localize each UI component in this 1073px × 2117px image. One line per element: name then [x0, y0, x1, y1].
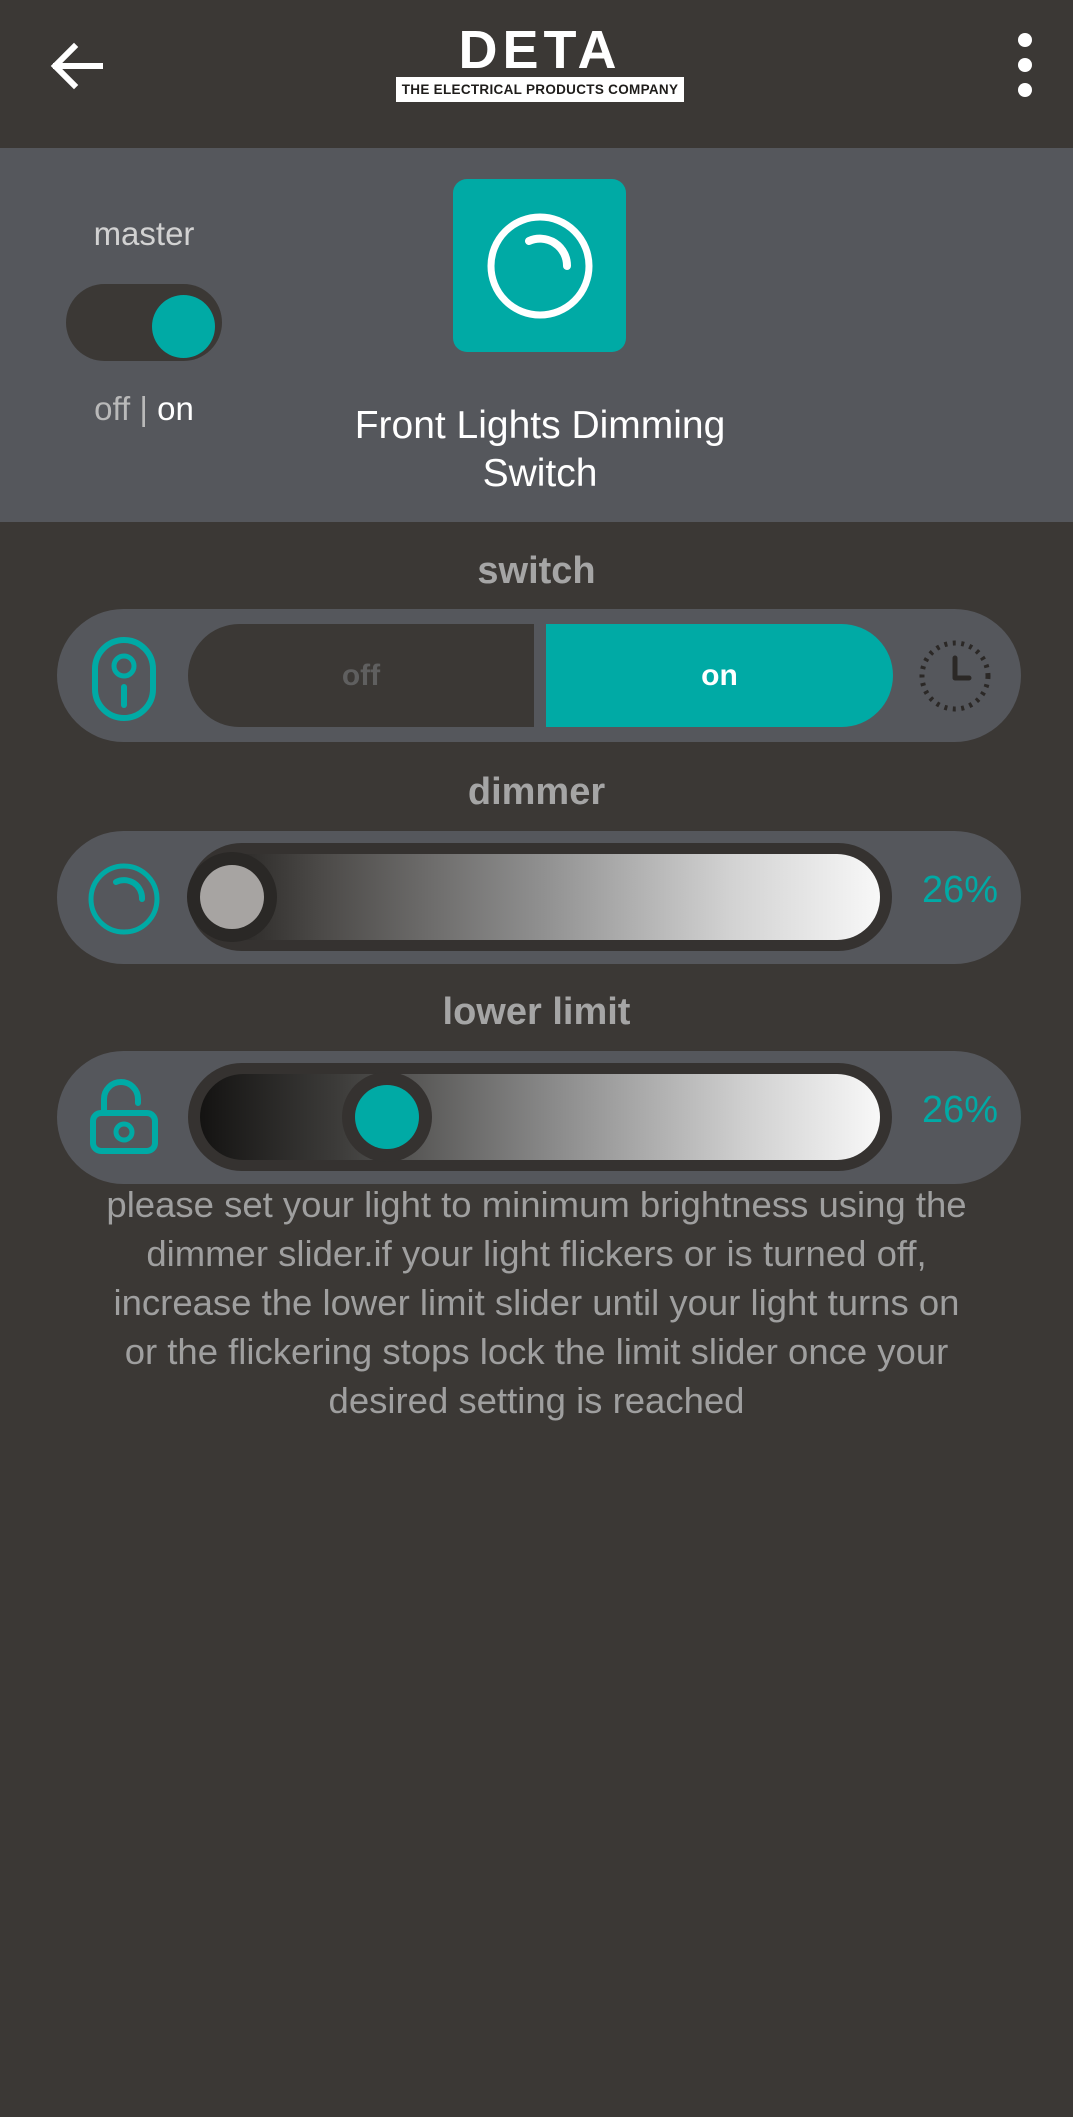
master-label: master — [93, 215, 195, 252]
brand-logo: DETA THE ELECTRICAL PRODUCTS COMPANY — [396, 20, 684, 102]
master-state-on: on — [157, 390, 194, 427]
remote-switch-icon — [90, 635, 158, 723]
lower-limit-slider[interactable] — [188, 1063, 892, 1171]
dimmer-slider-track[interactable] — [200, 854, 880, 940]
switch-section-label: switch — [477, 550, 596, 592]
lower-limit-slider-thumb[interactable] — [355, 1085, 419, 1149]
lower-limit-slider-thumb-ring[interactable] — [342, 1072, 432, 1162]
dimmer-section-label: dimmer — [467, 771, 606, 813]
lower-limit-section-label: lower limit — [442, 991, 631, 1033]
master-toggle-knob[interactable] — [152, 295, 215, 358]
unlock-icon — [90, 1079, 158, 1154]
master-state-separator: | — [130, 390, 158, 427]
lower-limit-slider-track[interactable] — [200, 1074, 880, 1160]
dimmer-slider-thumb[interactable] — [200, 865, 264, 929]
dimmer-knob-icon — [86, 861, 162, 937]
device-icon-tile — [453, 179, 626, 352]
overflow-menu-button[interactable] — [994, 28, 1056, 102]
arrow-left-icon — [50, 42, 103, 90]
dimmer-knob-icon — [487, 213, 592, 318]
device-title: Front Lights Dimming Switch — [354, 404, 726, 495]
instructions-text: please set your light to minimum brightn… — [106, 1184, 967, 1421]
more-vertical-icon — [1018, 33, 1032, 97]
back-button[interactable] — [40, 30, 112, 102]
dimmer-slider[interactable] — [188, 843, 892, 951]
master-state-off: off — [94, 390, 131, 427]
lock-button[interactable] — [88, 1077, 160, 1155]
brand-name: DETA — [458, 20, 622, 80]
switch-on-button[interactable]: on — [546, 624, 893, 727]
brand-tagline: THE ELECTRICAL PRODUCTS COMPANY — [396, 77, 684, 102]
switch-off-button[interactable]: off — [188, 624, 534, 727]
lower-limit-value: 26% — [921, 1089, 999, 1131]
dimmer-slider-thumb-ring[interactable] — [187, 852, 277, 942]
dimmer-value: 26% — [921, 869, 999, 911]
master-state-text: off | on — [60, 390, 228, 428]
clock-timer-icon — [919, 640, 991, 712]
schedule-button[interactable] — [915, 636, 995, 716]
